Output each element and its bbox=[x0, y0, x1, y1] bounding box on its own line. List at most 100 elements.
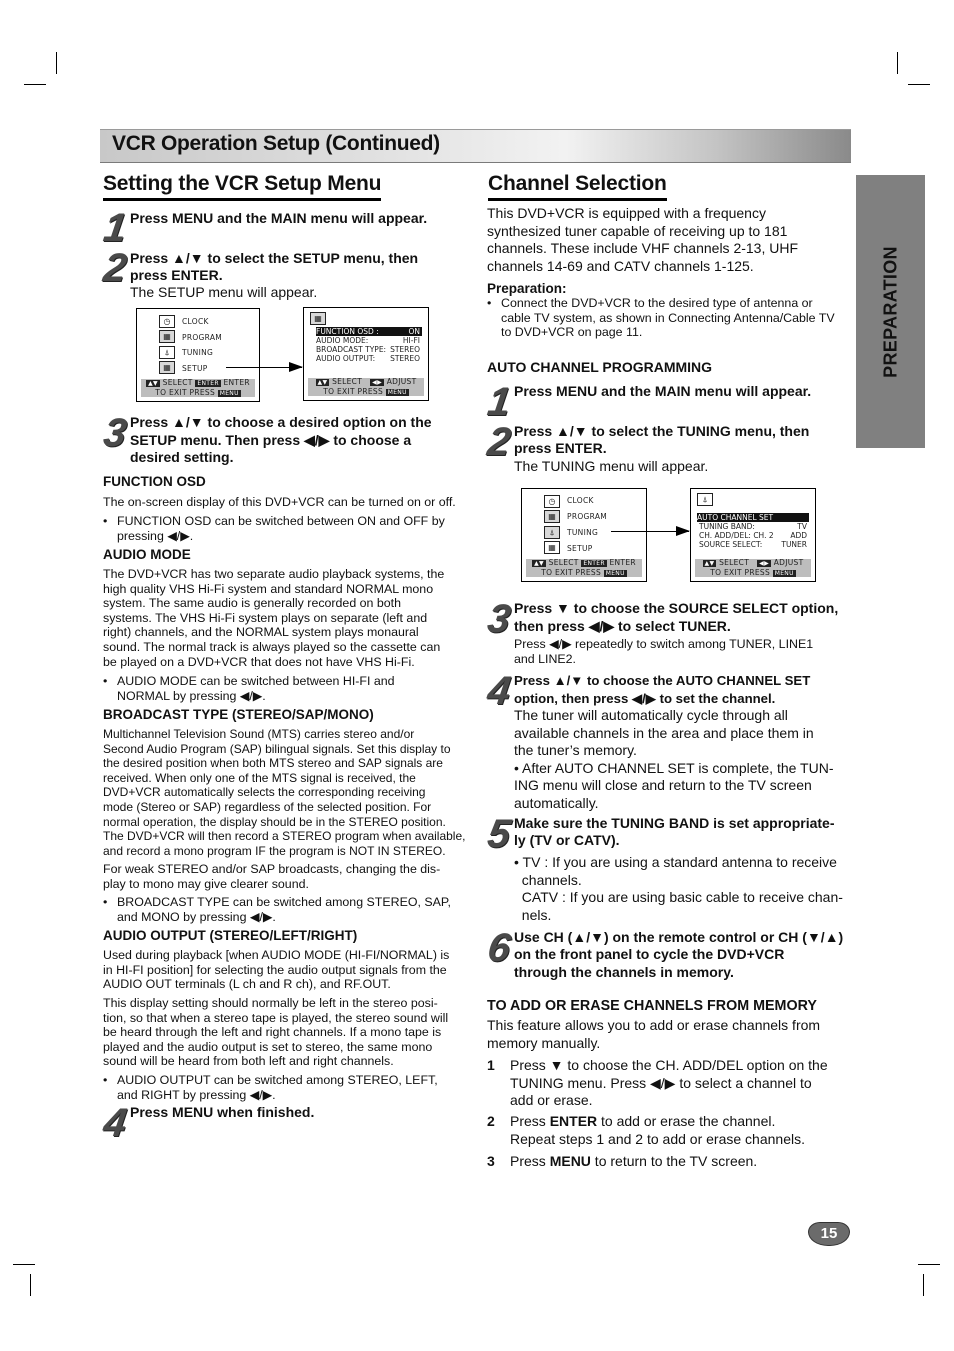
step-note: Press ◀/▶ repeatedly to switch among TUN… bbox=[514, 637, 814, 666]
step-text: Press MENU and the MAIN menu will appear… bbox=[130, 210, 428, 226]
step-body: The tuner will automatically cycle throu… bbox=[514, 707, 834, 811]
step-text: Make sure the TUNING BAND is set appropr… bbox=[514, 815, 835, 831]
menu-key-label: MENU bbox=[385, 388, 409, 396]
menu-footer: ▲▼ SELECT ◀▶ ADJUST TO EXIT PRESS MENU bbox=[308, 377, 424, 396]
menu-item-clock: CLOCK bbox=[182, 317, 209, 326]
step-note: The TUNING menu will appear. bbox=[514, 458, 709, 474]
section-side-tab: PREPARATION bbox=[856, 175, 925, 448]
crop-mark bbox=[56, 52, 57, 74]
step-text: Press ▼ to choose the SOURCE SELECT opti… bbox=[514, 600, 839, 616]
arrow-right-icon bbox=[676, 526, 690, 536]
footer-select: SELECT bbox=[162, 378, 193, 387]
menu-footer: ▲▼ SELECT ENTER ENTER TO EXIT PRESS MENU bbox=[526, 558, 642, 577]
left-right-key-icon: ◀▶ bbox=[370, 379, 385, 386]
step-text: through the channels in memory. bbox=[514, 964, 734, 980]
menu-key-label: MENU bbox=[603, 569, 627, 577]
step-text: Press ▲/▼ to select the SETUP menu, then bbox=[130, 250, 419, 266]
crop-mark bbox=[897, 52, 898, 74]
step-number: 2 bbox=[484, 420, 514, 464]
section-banner: VCR Operation Setup (Continued) bbox=[100, 129, 851, 163]
step-body: • TV : If you are using a standard anten… bbox=[514, 854, 843, 923]
paragraph: The on-screen display of this DVD+VCR ca… bbox=[103, 495, 456, 509]
crop-mark bbox=[908, 84, 930, 85]
step-text: Press MENU and the MAIN menu will appear… bbox=[514, 383, 812, 399]
bullet-item: AUDIO MODE can be switched between HI-FI… bbox=[103, 674, 395, 703]
main-menu-screen: ◷ CLOCK ▦ PROGRAM ⍋ TUNING ▦ SETUP ▲▼ SE… bbox=[136, 308, 260, 402]
menu-key-label: MENU bbox=[772, 569, 796, 577]
main-menu-screen: ◷ CLOCK ▦ PROGRAM ⍋ TUNING ▦ SETUP ▲▼ SE… bbox=[521, 488, 647, 582]
menu-footer: ▲▼ SELECT ENTER ENTER TO EXIT PRESS MENU bbox=[141, 378, 255, 397]
setup-icon: ▦ bbox=[159, 361, 175, 374]
subheading-function-osd: FUNCTION OSD bbox=[103, 474, 206, 489]
step-number: 5 bbox=[484, 812, 514, 856]
menu-key-label: MENU bbox=[217, 389, 241, 397]
enter-key-label: ENTER bbox=[581, 560, 607, 567]
setup-option: FUNCTION OSD : ON bbox=[316, 327, 422, 336]
step-text: Press ▲/▼ to choose a desired option on … bbox=[130, 414, 432, 430]
menu-footer: ▲▼ SELECT ◀▶ ADJUST TO EXIT PRESS MENU bbox=[695, 558, 811, 577]
setup-icon: ▦ bbox=[310, 312, 326, 325]
bullet-item: Connect the DVD+VCR to the desired type … bbox=[487, 296, 835, 340]
bullet-item: FUNCTION OSD can be switched between ON … bbox=[103, 514, 445, 543]
step-number: 1 bbox=[100, 206, 130, 250]
menu-item-clock: CLOCK bbox=[567, 496, 594, 505]
footer-enter: ENTER bbox=[223, 378, 250, 387]
list-number: 3 bbox=[487, 1153, 495, 1169]
crop-mark bbox=[923, 1274, 924, 1296]
paragraph: Used during playback [when AUDIO MODE (H… bbox=[103, 948, 450, 992]
paragraph: This DVD+VCR is equipped with a frequenc… bbox=[487, 205, 799, 274]
paragraph: Multichannel Television Sound (MTS) carr… bbox=[103, 727, 466, 858]
up-down-key-icon: ▲▼ bbox=[146, 380, 160, 387]
step-number: 4 bbox=[484, 669, 514, 713]
menu-item-program: PROGRAM bbox=[567, 512, 608, 521]
step-note: The SETUP menu will appear. bbox=[130, 284, 318, 300]
clock-icon: ◷ bbox=[159, 315, 175, 328]
step-text: SETUP menu. Then press ◀/▶ to choose a bbox=[130, 432, 412, 448]
step-text: desired setting. bbox=[130, 449, 234, 465]
paragraph: This display setting should normally be … bbox=[103, 996, 449, 1069]
step-number: 3 bbox=[484, 597, 514, 641]
left-heading: Setting the VCR Setup Menu bbox=[103, 172, 382, 201]
paragraph: This feature allows you to add or erase … bbox=[487, 1017, 821, 1051]
step-number: 6 bbox=[484, 926, 514, 970]
subheading-audio-output: AUDIO OUTPUT (STEREO/LEFT/RIGHT) bbox=[103, 928, 358, 943]
page-number-badge: 15 bbox=[808, 1222, 850, 1246]
enter-key-label: ENTER bbox=[195, 380, 221, 387]
crop-mark bbox=[24, 84, 46, 85]
step-text: Use CH (▲/▼) on the remote control or CH… bbox=[514, 929, 844, 945]
footer-exit: TO EXIT PRESS bbox=[155, 387, 216, 397]
menu-item-tuning: TUNING bbox=[182, 348, 214, 357]
preparation-title: Preparation: bbox=[487, 281, 567, 296]
setup-option: AUDIO MODE: HI-FI bbox=[316, 336, 420, 345]
step-text: then press ◀/▶ to select TUNER. bbox=[514, 618, 731, 634]
up-down-key-icon: ▲▼ bbox=[315, 379, 330, 386]
step-text: Press ▲/▼ to select the TUNING menu, the… bbox=[514, 423, 810, 439]
menu-item-setup: SETUP bbox=[182, 364, 208, 373]
step-number: 4 bbox=[100, 1101, 130, 1145]
subheading-auto-channel: AUTO CHANNEL PROGRAMMING bbox=[487, 359, 713, 375]
step-number: 2 bbox=[100, 246, 130, 290]
clock-icon: ◷ bbox=[544, 495, 560, 508]
up-down-key-icon: ▲▼ bbox=[702, 560, 717, 567]
setup-option: BROADCAST TYPE: STEREO bbox=[316, 345, 420, 354]
step-text: Press ▲/▼ to choose the AUTO CHANNEL SET bbox=[514, 673, 811, 688]
tuning-icon: ⍋ bbox=[697, 493, 713, 506]
arrow-right-icon bbox=[289, 362, 303, 372]
tuning-menu-screen: ⍋ AUTO CHANNEL SET TUNING BAND: TV CH. AD… bbox=[690, 488, 816, 582]
step-text: Press MENU when finished. bbox=[130, 1104, 315, 1120]
setup-option: AUDIO OUTPUT: STEREO bbox=[316, 354, 420, 363]
subheading-add-erase: TO ADD OR ERASE CHANNELS FROM MEMORY bbox=[487, 998, 817, 1014]
bullet-item: BROADCAST TYPE can be switched among STE… bbox=[103, 895, 451, 924]
right-heading: Channel Selection bbox=[488, 172, 667, 201]
subheading-audio-mode: AUDIO MODE bbox=[103, 547, 191, 562]
tuning-option: SOURCE SELECT: TUNER bbox=[699, 540, 807, 549]
left-right-key-icon: ◀▶ bbox=[757, 560, 772, 567]
step-text: press ENTER. bbox=[130, 267, 223, 283]
list-number: 1 bbox=[487, 1057, 495, 1073]
step-text: press ENTER. bbox=[514, 440, 607, 456]
tuning-option: CH. ADD/DEL: CH. 2 ADD bbox=[699, 531, 807, 540]
crop-mark bbox=[918, 1264, 940, 1265]
program-icon: ▦ bbox=[544, 510, 560, 523]
tuning-option: TUNING BAND: TV bbox=[699, 522, 807, 531]
setup-icon: ▦ bbox=[544, 541, 560, 554]
